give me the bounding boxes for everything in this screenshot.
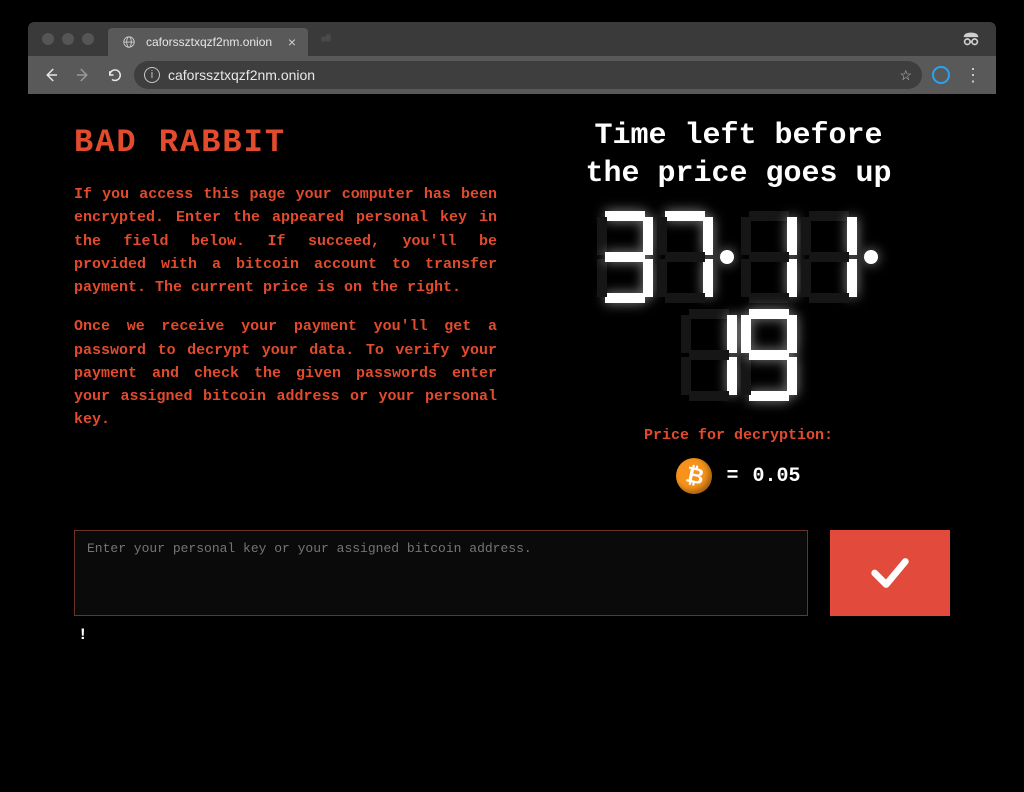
minimize-window-icon[interactable] [62,33,74,45]
window-controls [28,33,108,45]
instructions-paragraph-1: If you access this page your computer ha… [74,183,497,299]
tab-title: caforssztxqzf2nm.onion [146,36,278,48]
reload-button[interactable] [102,62,128,88]
notice-text: ! [78,626,950,644]
price-row: ₿ = 0.05 [527,458,950,494]
personal-key-input[interactable] [74,530,808,616]
site-info-icon[interactable]: i [144,67,160,83]
forward-button[interactable] [70,62,96,88]
timer-digit [741,211,797,303]
menu-button[interactable]: ⋮ [960,66,986,84]
instructions-paragraph-2: Once we receive your payment you'll get … [74,315,497,431]
close-window-icon[interactable] [42,33,54,45]
tab-strip: caforssztxqzf2nm.onion × [28,22,996,56]
timer-digit [597,211,653,303]
countdown-heading: Time left before the price goes up [527,118,950,193]
right-column: Time left before the price goes up [527,124,950,494]
colon-icon [717,211,737,303]
arrow-right-icon [74,66,92,84]
url-text: caforssztxqzf2nm.onion [168,68,891,82]
page-content: BAD RABBIT If you access this page your … [28,94,996,770]
extension-icon [932,66,950,84]
page-title: BAD RABBIT [74,124,497,161]
new-tab-button[interactable] [314,27,338,51]
price-label: Price for decryption: [527,427,950,444]
timer-digit [681,309,737,401]
submit-button[interactable] [830,530,950,616]
globe-icon [122,35,136,49]
key-form [74,530,950,616]
countdown-timer [527,211,950,401]
kebab-icon: ⋮ [964,65,982,85]
timer-digit [801,211,857,303]
bookmark-icon[interactable]: ☆ [899,68,912,82]
extension-button[interactable] [928,62,954,88]
equals-sign: = [726,465,738,488]
browser-window: caforssztxqzf2nm.onion × i caforssztxqzf… [28,22,996,770]
left-column: BAD RABBIT If you access this page your … [74,124,497,494]
check-icon [867,550,913,596]
countdown-heading-line2: the price goes up [527,156,950,194]
maximize-window-icon[interactable] [82,33,94,45]
timer-digit [741,309,797,401]
browser-toolbar: i caforssztxqzf2nm.onion ☆ ⋮ [28,56,996,94]
colon-icon [861,211,881,303]
bitcoin-icon: ₿ [676,458,712,494]
arrow-left-icon [42,66,60,84]
price-value: 0.05 [753,465,801,488]
countdown-heading-line1: Time left before [527,118,950,156]
new-tab-icon [319,32,333,46]
address-bar[interactable]: i caforssztxqzf2nm.onion ☆ [134,61,922,89]
back-button[interactable] [38,62,64,88]
browser-tab[interactable]: caforssztxqzf2nm.onion × [108,28,308,56]
close-tab-icon[interactable]: × [288,35,296,49]
reload-icon [106,66,124,84]
timer-digit [657,211,713,303]
incognito-icon [960,28,982,50]
